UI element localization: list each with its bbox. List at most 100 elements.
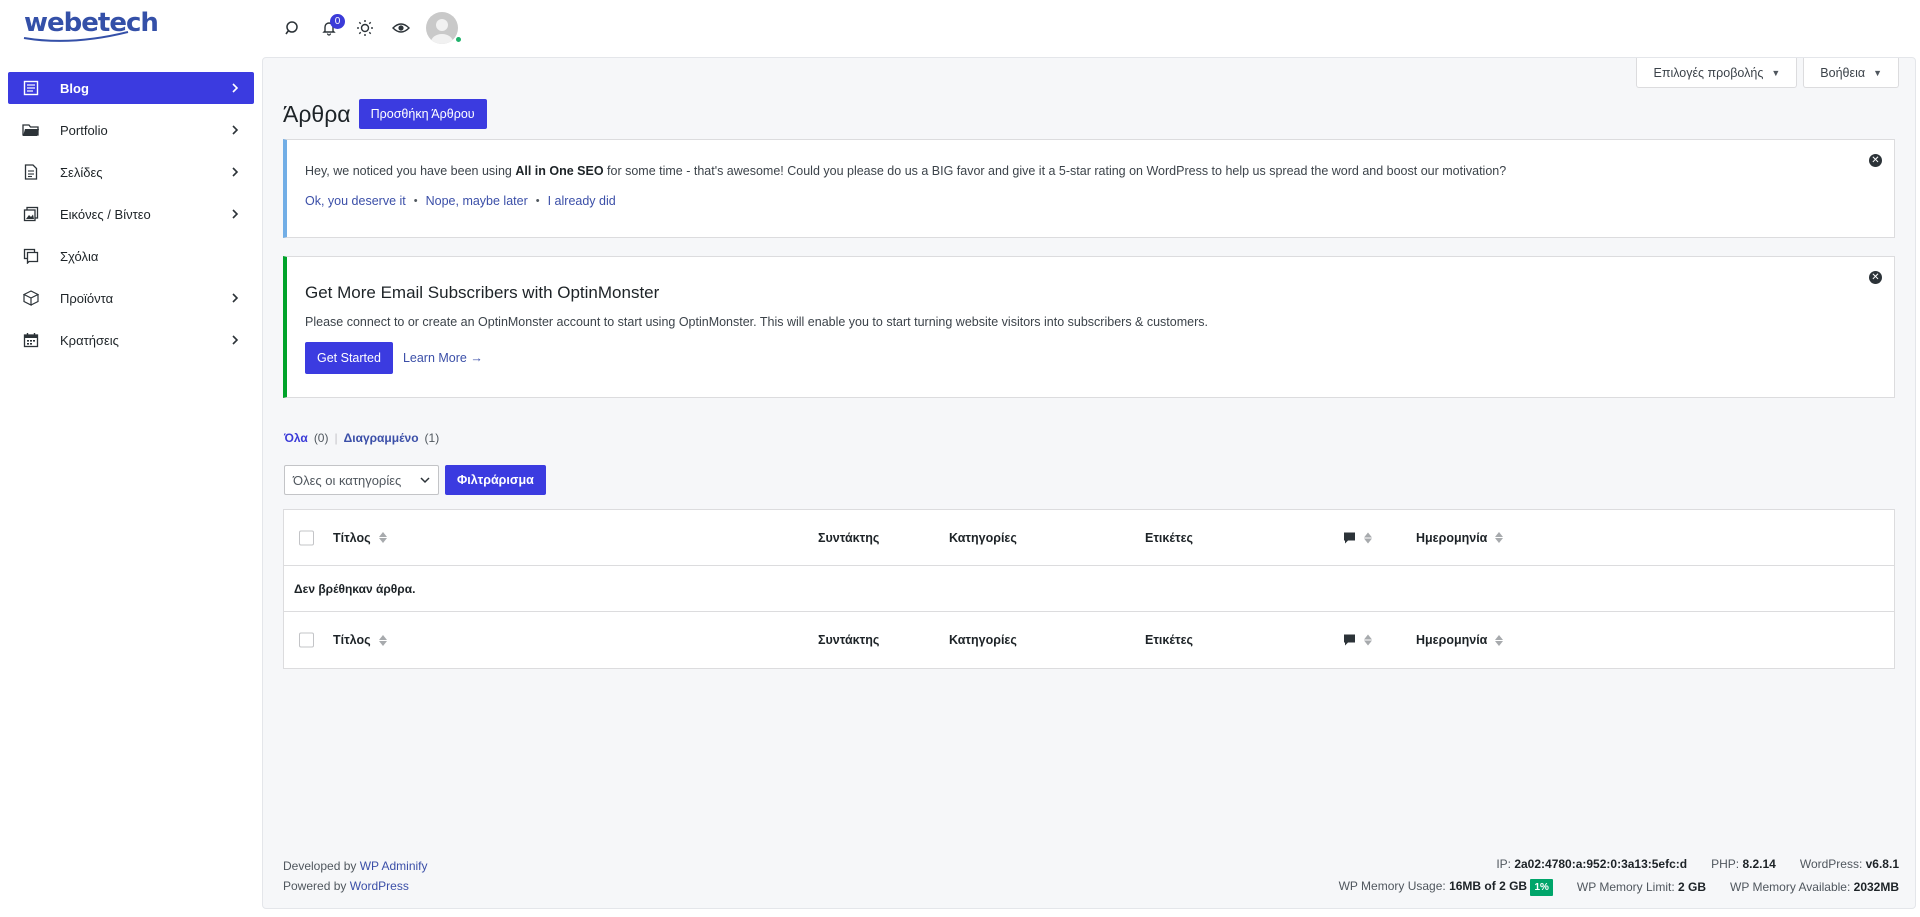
sidebar-item-label: Σελίδες bbox=[60, 164, 103, 180]
sidebar-item-label: Προϊόντα bbox=[60, 290, 114, 306]
table-footer-row: Τίτλος Συντάκτης Κατηγορίες Ετικέτες Ημε… bbox=[284, 612, 1894, 668]
filter-bar: Όλες οι κατηγορίες Φιλτράρισμα bbox=[284, 465, 546, 495]
view-separator: | bbox=[334, 431, 338, 445]
rate-later-link[interactable]: Nope, maybe later bbox=[426, 194, 528, 208]
chevron-right-icon bbox=[230, 83, 240, 93]
learn-more-link[interactable]: Learn More → bbox=[403, 351, 483, 365]
filter-button[interactable]: Φιλτράρισμα bbox=[445, 465, 546, 495]
theme-sun-icon[interactable] bbox=[354, 17, 376, 39]
memory-usage-badge: 1% bbox=[1530, 879, 1553, 896]
top-bar: webetech 0 bbox=[0, 0, 1920, 54]
page-header: Άρθρα Προσθήκη Άρθρου bbox=[283, 99, 487, 129]
memory-usage-info: WP Memory Usage: 16MB of 2 GB 1% bbox=[1339, 875, 1553, 899]
dismiss-notice-icon[interactable]: ✕ bbox=[1869, 154, 1882, 167]
help-button[interactable]: Βοήθεια ▼ bbox=[1803, 58, 1899, 88]
ip-info: IP: 2a02:4780:a:952:0:3a13:5efc:d bbox=[1496, 857, 1688, 871]
column-comments-header[interactable] bbox=[1343, 634, 1372, 647]
view-all-count: (0) bbox=[313, 431, 329, 445]
seo-plugin-name: All in One SEO bbox=[515, 164, 604, 178]
chevron-right-icon bbox=[230, 125, 240, 135]
om-notice-actions: Get Started Learn More → bbox=[305, 342, 483, 374]
select-all-checkbox[interactable] bbox=[299, 632, 314, 648]
php-info: PHP: 8.2.14 bbox=[1711, 857, 1776, 871]
column-author-header: Συντάκτης bbox=[818, 633, 880, 647]
sidebar-item-label: Κρατήσεις bbox=[60, 332, 119, 348]
wp-adminify-link[interactable]: WP Adminify bbox=[360, 859, 428, 873]
column-author-header: Συντάκτης bbox=[818, 530, 880, 545]
developed-by-line: Developed by WP Adminify bbox=[283, 856, 428, 876]
add-new-post-button[interactable]: Προσθήκη Άρθρου bbox=[358, 99, 487, 129]
calendar-icon bbox=[22, 331, 40, 349]
sidebar-item-label: Portfolio bbox=[60, 122, 108, 138]
memory-limit-info: WP Memory Limit: 2 GB bbox=[1576, 880, 1707, 894]
notifications-bell-icon[interactable]: 0 bbox=[318, 14, 345, 39]
rate-yes-link[interactable]: Ok, you deserve it bbox=[305, 194, 406, 208]
sidebar-item-media[interactable]: Εικόνες / Βίντεο bbox=[8, 198, 254, 230]
sidebar-item-label: Εικόνες / Βίντεο bbox=[60, 206, 151, 222]
seo-rating-notice: Hey, we noticed you have been using All … bbox=[283, 139, 1895, 238]
powered-by-line: Powered by WordPress bbox=[283, 876, 428, 896]
table-header-row: Τίτλος Συντάκτης Κατηγορίες Ετικέτες Ημε… bbox=[284, 510, 1894, 566]
category-filter-value: Όλες οι κατηγορίες bbox=[293, 472, 402, 488]
sidebar-item-portfolio[interactable]: Portfolio bbox=[8, 114, 254, 146]
screen-options-button[interactable]: Επιλογές προβολής ▼ bbox=[1636, 58, 1798, 88]
wordpress-link[interactable]: WordPress bbox=[350, 879, 409, 893]
column-tags-header: Ετικέτες bbox=[1145, 633, 1194, 647]
help-label: Βοήθεια bbox=[1820, 65, 1866, 80]
post-status-views: Όλα (0) | Διαγραμμένο (1) bbox=[284, 431, 439, 445]
get-started-button[interactable]: Get Started bbox=[305, 342, 393, 374]
sidebar-item-bookings[interactable]: Κρατήσεις bbox=[8, 324, 254, 356]
rate-done-link[interactable]: I already did bbox=[548, 194, 616, 208]
blog-icon bbox=[22, 79, 40, 97]
column-title-header[interactable]: Τίτλος bbox=[333, 531, 387, 545]
folder-icon bbox=[22, 121, 40, 139]
sidebar-item-blog[interactable]: Blog bbox=[8, 72, 254, 104]
sidebar-item-label: Σχόλια bbox=[60, 248, 99, 264]
memory-available-info: WP Memory Available: 2032MB bbox=[1730, 880, 1899, 894]
footer-system-info: IP: 2a02:4780:a:952:0:3a13:5efc:d PHP: 8… bbox=[1339, 853, 1899, 899]
notification-count-badge: 0 bbox=[330, 14, 345, 29]
seo-notice-actions: Ok, you deserve it • Nope, maybe later •… bbox=[305, 194, 616, 208]
developed-by-text: Developed by bbox=[283, 859, 360, 873]
search-icon[interactable] bbox=[282, 17, 304, 39]
comment-bubble-icon bbox=[1344, 532, 1355, 543]
caret-down-icon: ▼ bbox=[1771, 67, 1781, 78]
memory-info-row: WP Memory Usage: 16MB of 2 GB 1% WP Memo… bbox=[1339, 875, 1899, 899]
seo-notice-text-end: for some time - that's awesome! Could yo… bbox=[603, 164, 1507, 178]
sidebar-item-comments[interactable]: Σχόλια bbox=[8, 240, 254, 272]
column-date-header[interactable]: Ημερομηνία bbox=[1416, 531, 1504, 545]
view-all-link[interactable]: Όλα bbox=[284, 431, 308, 445]
caret-down-icon: ▼ bbox=[1873, 67, 1882, 78]
user-avatar[interactable] bbox=[426, 12, 458, 44]
view-site-eye-icon[interactable] bbox=[390, 17, 412, 39]
column-tags-header: Ετικέτες bbox=[1145, 530, 1194, 545]
view-trash-count: (1) bbox=[424, 431, 440, 445]
view-trash-link[interactable]: Διαγραμμένο bbox=[344, 431, 419, 445]
bullet-separator: • bbox=[413, 195, 418, 207]
sort-arrows-icon bbox=[378, 532, 387, 543]
select-all-checkbox[interactable] bbox=[299, 530, 314, 545]
sort-arrows-icon bbox=[1495, 532, 1504, 543]
box-icon bbox=[22, 289, 40, 307]
dismiss-notice-icon[interactable]: ✕ bbox=[1869, 271, 1882, 284]
logo-swoosh-icon bbox=[23, 31, 129, 42]
sidebar-item-pages[interactable]: Σελίδες bbox=[8, 156, 254, 188]
top-toolbar: 0 bbox=[282, 12, 458, 44]
powered-by-text: Powered by bbox=[283, 879, 350, 893]
category-filter-select[interactable]: Όλες οι κατηγορίες bbox=[284, 465, 439, 495]
sidebar-item-label: Blog bbox=[60, 80, 89, 96]
column-label: Τίτλος bbox=[333, 633, 371, 647]
screen-options-label: Επιλογές προβολής bbox=[1653, 65, 1764, 80]
column-date-header[interactable]: Ημερομηνία bbox=[1416, 633, 1504, 647]
om-notice-text: Please connect to or create an OptinMons… bbox=[305, 315, 1208, 329]
column-title-header[interactable]: Τίτλος bbox=[333, 633, 387, 647]
sort-arrows-icon bbox=[378, 634, 387, 646]
no-posts-message: Δεν βρέθηκαν άρθρα. bbox=[294, 581, 416, 596]
bullet-separator: • bbox=[535, 195, 540, 207]
column-comments-header[interactable] bbox=[1343, 531, 1372, 544]
sidebar-item-products[interactable]: Προϊόντα bbox=[8, 282, 254, 314]
seo-notice-text-start: Hey, we noticed you have been using bbox=[305, 164, 516, 178]
column-categories-header: Κατηγορίες bbox=[949, 530, 1017, 545]
sort-arrows-icon bbox=[1495, 634, 1504, 646]
screen-meta-toggles: Επιλογές προβολής ▼ Βοήθεια ▼ bbox=[1636, 58, 1899, 88]
